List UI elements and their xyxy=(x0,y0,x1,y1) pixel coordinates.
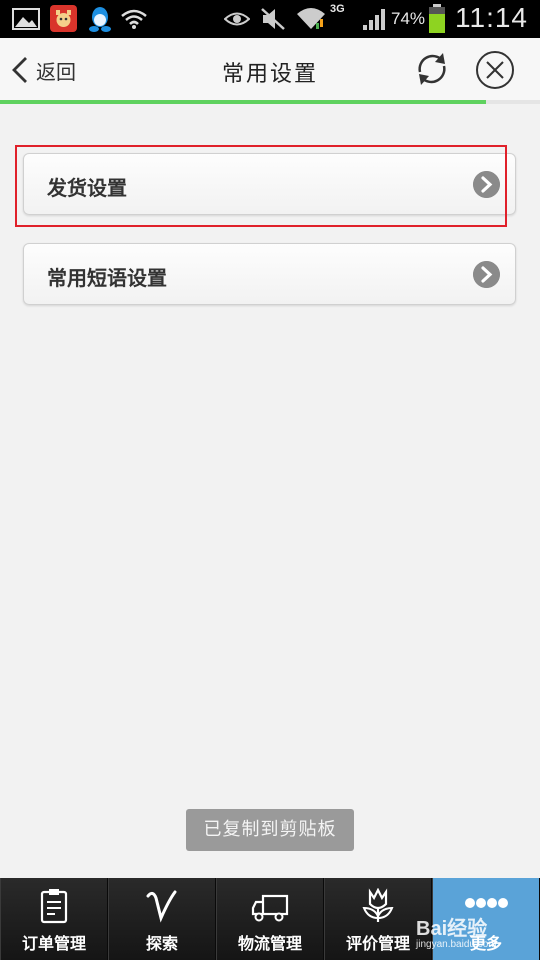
more-dots-icon xyxy=(465,898,508,908)
refresh-icon[interactable] xyxy=(413,50,451,88)
cell-signal-icon xyxy=(363,9,385,30)
explore-v-icon xyxy=(146,890,177,923)
nav-item-explore[interactable]: 探索 xyxy=(108,878,216,960)
nav-label: 订单管理 xyxy=(21,934,86,953)
truck-icon xyxy=(251,894,289,922)
setting-item-shipping[interactable]: 发货设置 xyxy=(23,153,516,215)
baidu-watermark: Bai经验 jingyan.baidu.com xyxy=(416,912,497,950)
toast-message: 已复制到剪贴板 xyxy=(186,809,354,851)
header-bar: 返回 常用设置 xyxy=(0,38,540,100)
watermark-url: jingyan.baidu.com xyxy=(416,939,497,950)
page-load-progress xyxy=(0,100,540,104)
setting-item-label: 常用短语设置 xyxy=(47,266,167,290)
status-bar: 3G 74% 11:14 xyxy=(0,0,540,38)
wifi-signal-icon xyxy=(297,8,325,29)
mute-icon xyxy=(261,8,285,30)
setting-item-label: 发货设置 xyxy=(47,176,127,200)
eye-icon xyxy=(224,12,250,26)
clipboard-icon xyxy=(40,889,68,924)
network-type: 3G xyxy=(330,3,345,15)
nav-item-orders[interactable]: 订单管理 xyxy=(0,878,108,960)
close-icon[interactable] xyxy=(475,50,515,90)
watermark-brand: Bai经验 xyxy=(416,918,488,940)
wifi-icon xyxy=(121,9,147,29)
clock: 11:14 xyxy=(455,2,528,33)
app-cow-icon xyxy=(50,5,77,32)
flower-icon xyxy=(362,888,394,922)
nav-item-logistics[interactable]: 物流管理 xyxy=(216,878,324,960)
nav-label: 探索 xyxy=(145,934,178,953)
chevron-right-icon xyxy=(473,171,500,198)
progress-fill xyxy=(0,100,486,104)
gallery-icon xyxy=(12,8,40,30)
battery-icon xyxy=(429,4,445,33)
page-title: 常用设置 xyxy=(221,62,318,87)
qq-icon xyxy=(89,7,111,32)
nav-label: 物流管理 xyxy=(237,934,302,953)
setting-item-phrases[interactable]: 常用短语设置 xyxy=(23,243,516,305)
chevron-right-icon xyxy=(473,261,500,288)
battery-percent: 74% xyxy=(391,9,426,28)
